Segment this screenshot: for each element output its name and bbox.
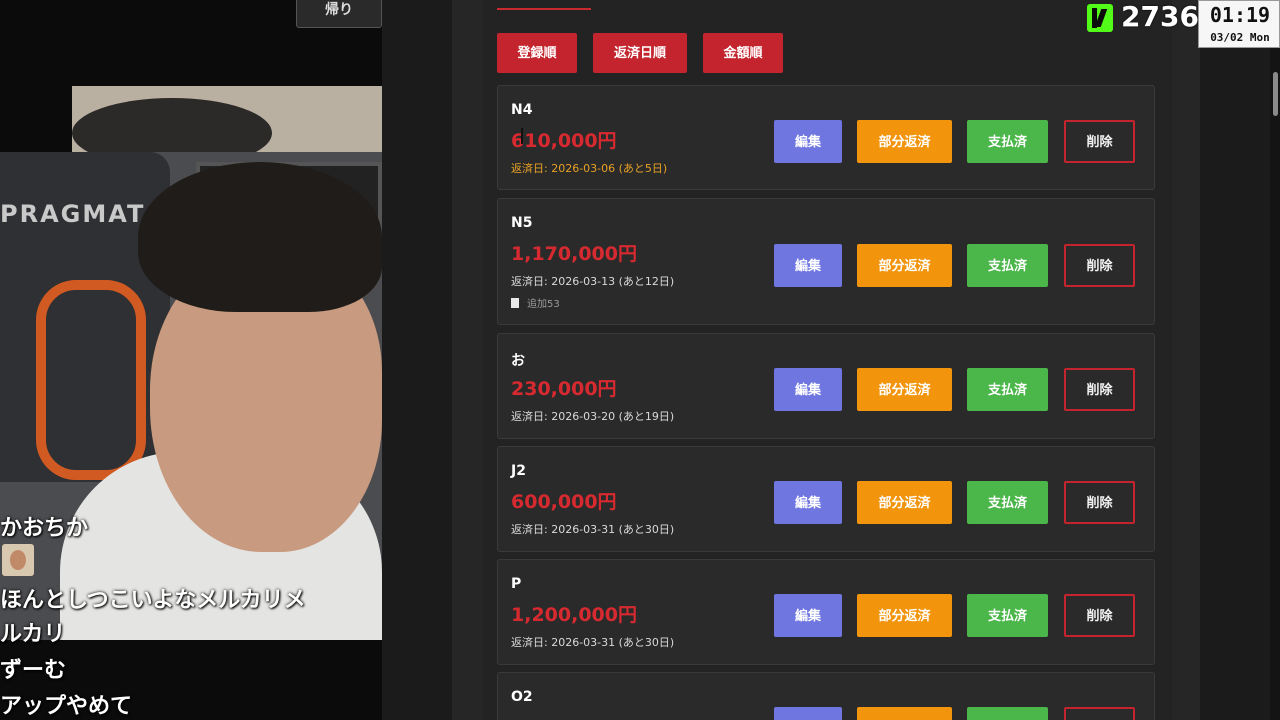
viewer-count: 2736 [1121,0,1199,33]
delete-button[interactable]: 削除 [1064,481,1135,524]
mark-paid-button[interactable]: 支払済 [967,594,1048,637]
loan-card: J2 600,000円 返済日: 2026-03-31 (あと30日) 編集 部… [497,446,1155,552]
chat-message: ルカリ [0,622,66,647]
delete-button[interactable]: 削除 [1064,244,1135,287]
loan-card: O2 [497,672,1155,720]
mark-paid-button[interactable] [967,707,1048,720]
delete-button[interactable]: 削除 [1064,368,1135,411]
chat-message: ずーむ [0,658,67,683]
edit-button[interactable]: 編集 [774,481,842,524]
partial-repay-button[interactable]: 部分返済 [857,481,952,524]
delete-button[interactable] [1064,707,1135,720]
kick-logo-icon [1087,4,1113,32]
clock-time: 01:19 [1209,3,1271,27]
loan-name: O2 [511,689,533,705]
loan-amount: 600,000円 [511,491,617,513]
loan-due-date: 返済日: 2026-03-31 (あと30日) [511,523,675,536]
loan-card: お 230,000円 返済日: 2026-03-20 (あと19日) 編集 部分… [497,333,1155,439]
loan-due-date: 返済日: 2026-03-13 (あと12日) [511,275,675,288]
loan-amount: 1,170,000円 [511,243,637,265]
camera-hair-shape [72,98,272,156]
partial-repay-button[interactable]: 部分返済 [857,368,952,411]
chat-avatar [2,544,34,576]
partial-repay-button[interactable]: 部分返済 [857,594,952,637]
chat-message: ほんとしつこいよなメルカリメ [0,588,306,613]
partial-repay-button[interactable]: 部分返済 [857,244,952,287]
loan-name: N4 [511,102,533,118]
scrollbar-thumb[interactable] [1273,72,1278,116]
screen: 帰り PRAGMATA かおちか ほんとしつこいよなメルカリメ ルカリ ずーむ … [0,0,1280,720]
partial-repay-button[interactable] [857,707,952,720]
loan-name: N5 [511,215,533,231]
document-icon [511,298,519,308]
chat-message: アップやめて [0,694,133,719]
sort-by-amount-button[interactable]: 金額順 [703,33,783,73]
loan-note-text: 追加53 [527,299,560,310]
loan-amount: 230,000円 [511,378,617,400]
loan-card: N4 610,000円 返済日: 2026-03-06 (あと5日) 編集 部分… [497,85,1155,190]
partial-repay-button[interactable]: 部分返済 [857,120,952,163]
loan-note: 追加53 [511,295,560,310]
delete-button[interactable]: 削除 [1064,594,1135,637]
edit-button[interactable]: 編集 [774,120,842,163]
clock-date: 03/02 Mon [1210,31,1270,44]
top-button[interactable]: 帰り [296,0,382,28]
loan-name: J2 [511,463,526,479]
mark-paid-button[interactable]: 支払済 [967,244,1048,287]
webcam-feed: PRAGMATA [0,152,382,640]
loan-card: N5 1,170,000円 返済日: 2026-03-13 (あと12日) 追加… [497,198,1155,325]
loan-amount: 1,200,000円 [511,604,637,626]
chat-message: かおちか [0,516,89,541]
sort-by-registration-button[interactable]: 登録順 [497,33,577,73]
loan-due-date: 返済日: 2026-03-20 (あと19日) [511,410,675,423]
active-tab-indicator [497,8,591,10]
edit-button[interactable]: 編集 [774,594,842,637]
text-cursor [521,128,527,144]
streamer-hair [138,162,382,312]
mark-paid-button[interactable]: 支払済 [967,481,1048,524]
edit-button[interactable] [774,707,842,720]
secondary-camera [72,86,382,156]
mark-paid-button[interactable]: 支払済 [967,368,1048,411]
loan-card: P 1,200,000円 返済日: 2026-03-31 (あと30日) 編集 … [497,559,1155,665]
edit-button[interactable]: 編集 [774,244,842,287]
delete-button[interactable]: 削除 [1064,120,1135,163]
clock-widget: 01:19 03/02 Mon [1198,0,1280,48]
loan-due-date: 返済日: 2026-03-31 (あと30日) [511,636,675,649]
edit-button[interactable]: 編集 [774,368,842,411]
loan-due-date: 返済日: 2026-03-06 (あと5日) [511,162,668,175]
loan-name: P [511,576,522,592]
loan-name: お [511,353,525,369]
sort-by-due-date-button[interactable]: 返済日順 [593,33,687,73]
mark-paid-button[interactable]: 支払済 [967,120,1048,163]
scrollbar-track[interactable] [1270,48,1280,720]
chair-trim [36,280,146,480]
